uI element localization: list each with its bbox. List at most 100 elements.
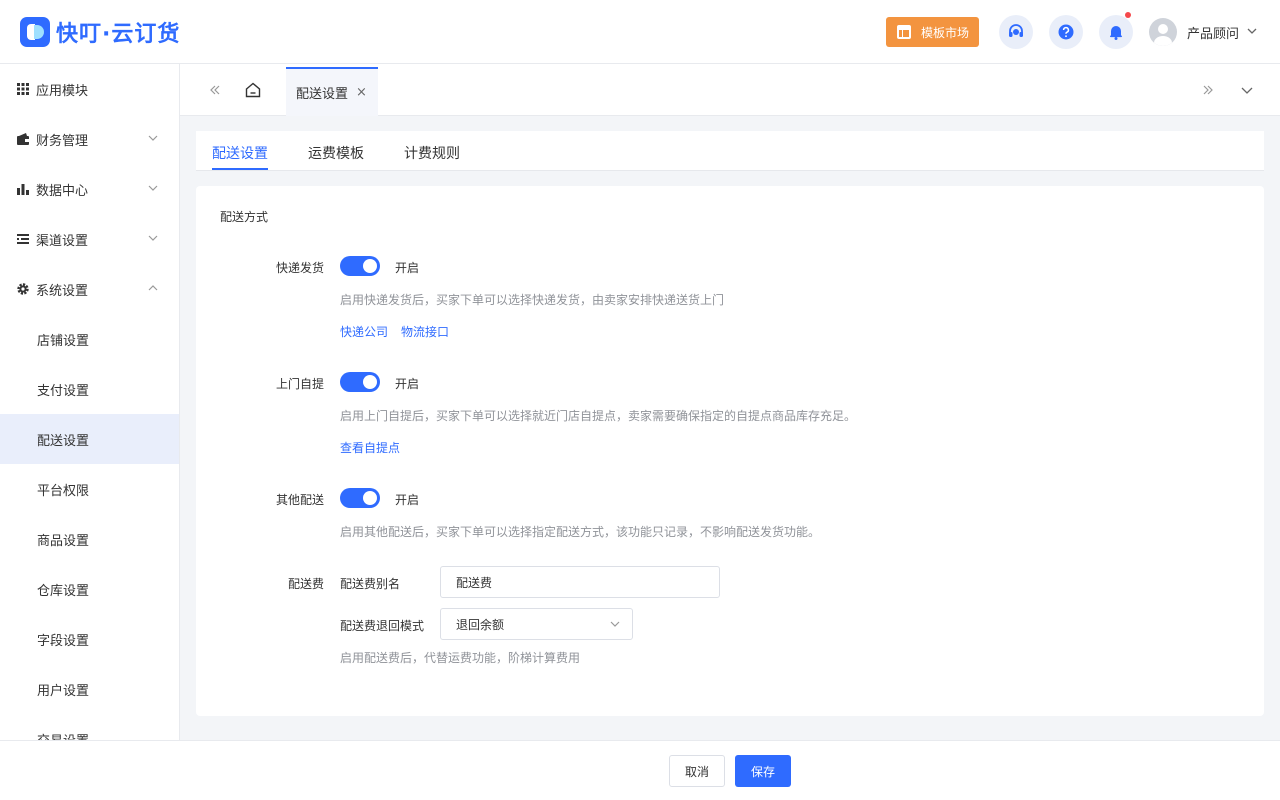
tab-menu-button[interactable] [1238, 81, 1256, 99]
home-button[interactable] [244, 81, 262, 99]
other-delivery-toggle[interactable] [340, 488, 380, 508]
tab-shipping-template[interactable]: 运费模板 [308, 143, 364, 163]
sidebar-subitem-label: 字段设置 [37, 633, 90, 649]
customer-service-button[interactable] [999, 15, 1033, 49]
brand-logo[interactable]: 快叮·云订货 [20, 16, 180, 48]
express-label: 快递发货 [275, 261, 324, 275]
sidebar-subitem-payment[interactable]: 支付设置 [0, 364, 179, 414]
sidebar-subitem-label: 配送设置 [37, 433, 90, 449]
sidebar-item-data-center[interactable]: 数据中心 [0, 164, 179, 214]
sidebar-item-label: 渠道设置 [36, 233, 89, 249]
save-button[interactable]: 保存 [735, 755, 791, 787]
express-company-link[interactable]: 快递公司 [340, 323, 388, 340]
sidebar-subitem-warehouse[interactable]: 仓库设置 [0, 564, 179, 614]
express-toggle-text: 开启 [395, 261, 420, 275]
fee-return-mode-select[interactable]: 退回余额 [440, 608, 633, 640]
other-delivery-hint: 启用其他配送后，买家下单可以选择指定配送方式，该功能只记录，不影响配送发货功能。 [340, 525, 821, 539]
logo-mark-icon [20, 17, 50, 47]
delivery-settings-panel: 配送方式 快递发货 开启 启用快递发货后，买家下单可以选择快递发货，由卖家安排快… [196, 186, 1264, 716]
section-title: 配送方式 [220, 210, 269, 224]
fee-alias-input[interactable]: 配送费 [440, 566, 720, 598]
sidebar-subitem-users[interactable]: 用户设置 [0, 664, 179, 714]
tab-label: 配送设置 [296, 87, 349, 102]
pickup-toggle-text: 开启 [395, 377, 420, 391]
sidebar-subitem-trade[interactable]: 交易设置 [0, 714, 179, 741]
sidebar-subitem-fields[interactable]: 字段设置 [0, 614, 179, 664]
wallet-icon [17, 133, 29, 145]
tab-billing-rules[interactable]: 计费规则 [404, 143, 460, 163]
chevron-down-icon [148, 135, 158, 141]
sidebar-subitem-label: 支付设置 [37, 383, 90, 399]
pickup-toggle[interactable] [340, 372, 380, 392]
sidebar-subitem-label: 店铺设置 [37, 333, 90, 349]
pickup-label: 上门自提 [275, 377, 324, 391]
template-market-button[interactable]: 模板市场 [886, 17, 979, 47]
chevron-down-icon [610, 621, 620, 627]
sidebar-subitem-store[interactable]: 店铺设置 [0, 314, 179, 364]
template-icon [897, 25, 911, 39]
sidebar-subitem-delivery[interactable]: 配送设置 [0, 414, 179, 464]
sidebar-subitem-label: 平台权限 [37, 483, 90, 499]
sidebar-item-label: 财务管理 [36, 133, 89, 149]
sidebar-subitem-label: 交易设置 [37, 730, 89, 741]
bar-chart-icon [17, 184, 29, 195]
sidebar: 应用模块 财务管理 数据中心 渠道设置 系统设置 店铺设置 支付设置 配送设置 … [0, 64, 180, 740]
sidebar-subitem-permissions[interactable]: 平台权限 [0, 464, 179, 514]
gear-icon [17, 283, 29, 295]
user-menu[interactable]: 产品顾问 [1149, 18, 1257, 46]
help-icon [1058, 24, 1074, 40]
chevron-down-icon [148, 235, 158, 241]
help-button[interactable] [1049, 15, 1083, 49]
sidebar-subitem-label: 商品设置 [37, 533, 90, 549]
fee-return-mode-value: 退回余额 [456, 617, 505, 632]
sidebar-subitem-label: 用户设置 [37, 683, 90, 699]
sidebar-item-label: 应用模块 [36, 83, 89, 99]
tab-delivery-settings[interactable]: 配送设置 × [286, 67, 378, 116]
top-header: 快叮·云订货 模板市场 产品顾问 [0, 0, 1280, 64]
other-delivery-label: 其他配送 [275, 493, 324, 507]
fee-hint: 启用配送费后，代替运费功能，阶梯计算费用 [340, 651, 581, 665]
list-icon [17, 234, 29, 244]
scroll-left-button[interactable] [206, 81, 224, 99]
express-hint: 启用快递发货后，买家下单可以选择快递发货，由卖家安排快递送货上门 [340, 293, 725, 307]
grid-icon [17, 83, 29, 95]
cancel-button[interactable]: 取消 [669, 755, 725, 787]
tab-bar: 配送设置 × [180, 64, 1280, 116]
sidebar-subitem-product[interactable]: 商品设置 [0, 514, 179, 564]
template-market-label: 模板市场 [921, 25, 970, 40]
chevron-down-icon [148, 185, 158, 191]
chevron-down-icon [1241, 87, 1253, 94]
fee-alias-value: 配送费 [456, 575, 493, 590]
logistics-api-link[interactable]: 物流接口 [401, 323, 449, 340]
sidebar-item-finance[interactable]: 财务管理 [0, 114, 179, 164]
sidebar-item-channel[interactable]: 渠道设置 [0, 214, 179, 264]
footer-bar: 取消 保存 [0, 740, 1280, 800]
other-delivery-toggle-text: 开启 [395, 493, 420, 507]
avatar [1149, 18, 1177, 46]
sidebar-item-label: 系统设置 [36, 283, 89, 299]
fee-label: 配送费 [287, 577, 324, 591]
sub-tabs: 配送设置 运费模板 计费规则 [196, 131, 1264, 171]
sidebar-item-system[interactable]: 系统设置 [0, 264, 179, 314]
sidebar-subitem-label: 仓库设置 [37, 583, 90, 599]
sidebar-item-label: 数据中心 [36, 183, 89, 199]
home-icon [245, 82, 261, 98]
headset-icon [1009, 24, 1023, 37]
user-name: 产品顾问 [1187, 26, 1240, 42]
fee-return-mode-label: 配送费退回模式 [340, 619, 425, 633]
chevron-up-icon [148, 285, 158, 291]
express-toggle[interactable] [340, 256, 380, 276]
scroll-right-button[interactable] [1199, 81, 1217, 99]
sidebar-item-app-modules[interactable]: 应用模块 [0, 64, 179, 114]
double-chevron-right-icon [1203, 85, 1213, 95]
view-pickup-points-link[interactable]: 查看自提点 [340, 439, 400, 456]
notification-dot [1125, 12, 1131, 18]
fee-alias-label: 配送费别名 [340, 577, 401, 591]
chevron-down-icon [1247, 25, 1257, 39]
brand-name: 快叮·云订货 [56, 22, 181, 47]
close-icon[interactable]: × [356, 85, 367, 100]
notifications-button[interactable] [1099, 12, 1133, 49]
tab-delivery-settings-sub[interactable]: 配送设置 [212, 143, 268, 163]
double-chevron-left-icon [210, 85, 220, 95]
active-tab-indicator [212, 168, 268, 170]
